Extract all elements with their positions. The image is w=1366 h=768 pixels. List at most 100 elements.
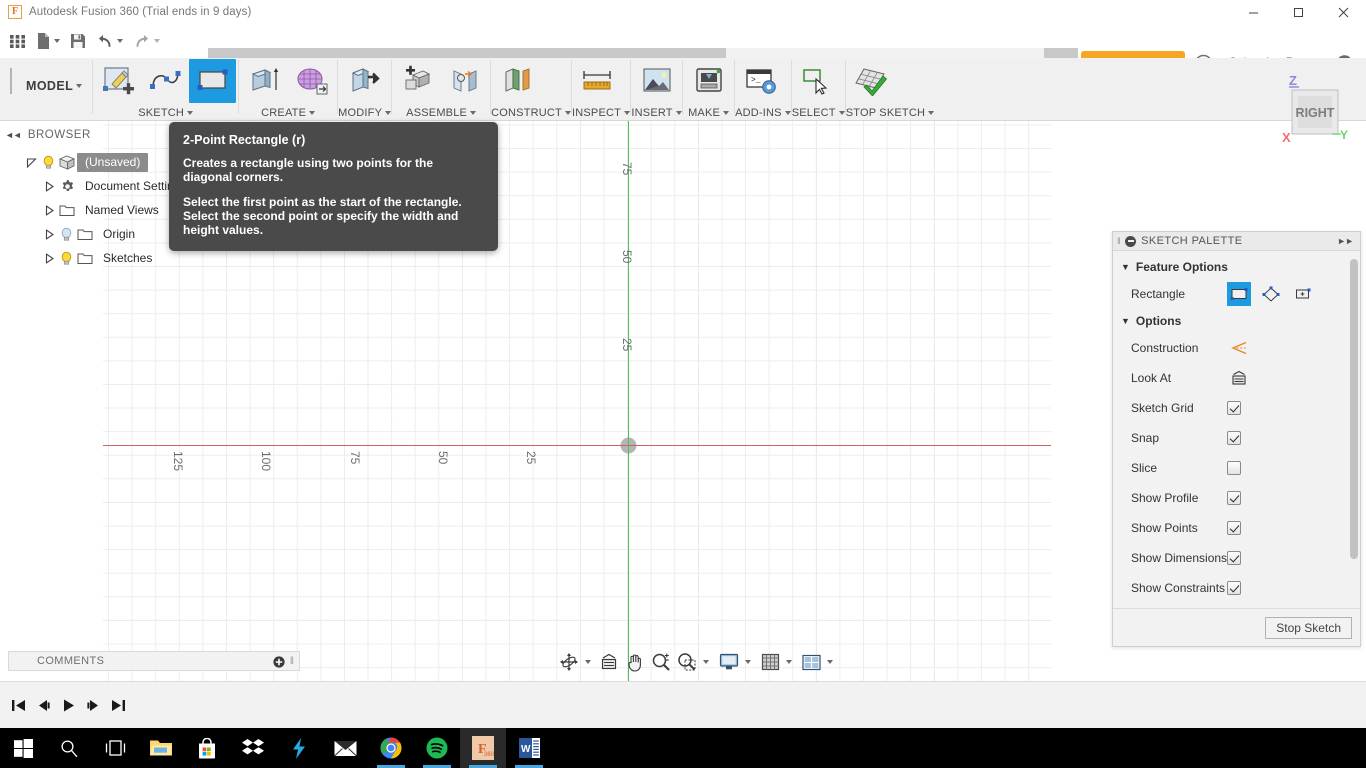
ribbon-grip[interactable] <box>10 68 12 94</box>
look-at-nav-button[interactable] <box>596 649 622 675</box>
snap-checkbox[interactable] <box>1227 431 1241 445</box>
spotify-icon[interactable] <box>414 728 460 768</box>
step-back-button[interactable] <box>31 691 56 719</box>
start-windows-icon[interactable] <box>0 728 46 768</box>
go-to-end-button[interactable] <box>106 691 131 719</box>
google-chrome-icon[interactable] <box>368 728 414 768</box>
flash-icon[interactable] <box>276 728 322 768</box>
finish-sketch-button[interactable] <box>848 59 895 103</box>
microsoft-store-icon[interactable] <box>184 728 230 768</box>
sketch-palette-header[interactable]: ‖ SKETCH PALETTE ►► <box>1113 232 1360 251</box>
collapse-left-icon[interactable]: ◄◄ <box>5 130 22 140</box>
ribbon-group-label-modify[interactable]: MODIFY <box>338 104 392 121</box>
construction-icon[interactable] <box>1227 336 1251 360</box>
insert-canvas-button[interactable] <box>633 59 680 103</box>
orbit-button[interactable] <box>556 649 582 675</box>
ribbon-group-label-make[interactable]: MAKE <box>683 104 734 121</box>
ribbon-group-label-construct[interactable]: CONSTRUCT <box>491 104 571 121</box>
3d-print-button[interactable] <box>685 59 732 103</box>
play-button[interactable] <box>56 691 81 719</box>
ribbon-group-label-select[interactable]: SELECT <box>792 104 845 121</box>
maximize-button[interactable] <box>1276 0 1321 24</box>
light-bulb-icon[interactable] <box>57 249 75 267</box>
add-comment-icon[interactable] <box>273 655 285 668</box>
mail-icon[interactable] <box>322 728 368 768</box>
grid-snaps-button[interactable] <box>758 649 783 675</box>
press-pull-button[interactable] <box>340 59 387 103</box>
zoom-window-button[interactable] <box>674 649 700 675</box>
palette-scrollbar-track[interactable] <box>1350 255 1359 626</box>
zoom-button[interactable] <box>648 649 674 675</box>
fusion360-icon[interactable]: F 360 <box>460 728 506 768</box>
two-point-rectangle-button[interactable] <box>189 59 237 103</box>
expand-arrow-icon[interactable] <box>23 154 39 170</box>
look-at-icon[interactable] <box>1227 366 1251 390</box>
select-tool-button[interactable] <box>794 59 841 103</box>
show-data-panel-button[interactable] <box>4 26 31 56</box>
expand-right-icon[interactable]: ►► <box>1337 236 1356 246</box>
microsoft-word-icon[interactable]: W <box>506 728 552 768</box>
minimize-palette-icon[interactable] <box>1125 235 1137 247</box>
minimize-button[interactable] <box>1231 0 1276 24</box>
collapsed-arrow-icon[interactable] <box>41 178 57 194</box>
task-view-icon[interactable] <box>92 728 138 768</box>
create-form-button[interactable] <box>288 59 335 103</box>
offset-plane-button[interactable] <box>493 59 540 103</box>
search-icon[interactable] <box>46 728 92 768</box>
workspace-switcher[interactable]: MODEL <box>16 67 92 105</box>
show-points-checkbox[interactable] <box>1227 521 1241 535</box>
light-bulb-icon[interactable] <box>57 225 75 243</box>
new-file-button[interactable] <box>31 26 65 56</box>
close-button[interactable] <box>1321 0 1366 24</box>
save-button[interactable] <box>65 26 91 56</box>
file-explorer-icon[interactable] <box>138 728 184 768</box>
collapsed-arrow-icon[interactable] <box>41 202 57 218</box>
chevron-down-icon[interactable] <box>786 660 792 664</box>
center-rectangle-icon[interactable] <box>1291 282 1315 306</box>
ribbon-group-label-insert[interactable]: INSERT <box>631 104 682 121</box>
ribbon-group-label-assemble[interactable]: ASSEMBLE <box>392 104 490 121</box>
stop-sketch-button[interactable]: Stop Sketch <box>1265 616 1352 639</box>
collapsed-arrow-icon[interactable] <box>41 250 57 266</box>
palette-grip-icon[interactable]: ‖ <box>1117 236 1121 246</box>
palette-section-feature-options[interactable]: ▼ Feature Options <box>1113 255 1360 279</box>
create-sketch-button[interactable] <box>95 59 142 103</box>
go-to-beginning-button[interactable] <box>6 691 31 719</box>
scripts-and-addins-button[interactable]: >_ <box>737 59 784 103</box>
slice-checkbox[interactable] <box>1227 461 1241 475</box>
sketch-origin-point[interactable] <box>620 437 637 454</box>
ribbon-group-label-sketch[interactable]: SKETCH <box>93 104 238 121</box>
three-point-rectangle-icon[interactable] <box>1259 282 1283 306</box>
two-point-rectangle-icon[interactable] <box>1227 282 1251 306</box>
show-dimensions-checkbox[interactable] <box>1227 551 1241 565</box>
spline-button[interactable] <box>142 59 189 103</box>
ribbon-group-label-inspect[interactable]: INSPECT <box>572 104 631 121</box>
show-constraints-checkbox[interactable] <box>1227 581 1241 595</box>
sketch-grid-checkbox[interactable] <box>1227 401 1241 415</box>
palette-section-options[interactable]: ▼ Options <box>1113 309 1360 333</box>
chevron-down-icon[interactable] <box>827 660 833 664</box>
ribbon-group-label-create[interactable]: CREATE <box>239 104 337 121</box>
light-bulb-icon[interactable] <box>39 153 57 171</box>
chevron-down-icon[interactable] <box>585 660 591 664</box>
show-profile-checkbox[interactable] <box>1227 491 1241 505</box>
undo-button[interactable] <box>91 26 128 56</box>
extrude-button[interactable] <box>241 59 288 103</box>
ribbon-group-label-addins[interactable]: ADD-INS <box>735 104 791 121</box>
step-forward-button[interactable] <box>81 691 106 719</box>
dropbox-icon[interactable] <box>230 728 276 768</box>
pan-button[interactable] <box>622 649 648 675</box>
comments-resize-grip[interactable]: ‖ <box>290 656 294 667</box>
viewports-button[interactable] <box>799 649 824 675</box>
new-component-button[interactable] <box>394 59 441 103</box>
collapsed-arrow-icon[interactable] <box>41 226 57 242</box>
display-settings-button[interactable] <box>716 649 742 675</box>
comments-bar[interactable]: COMMENTS ‖ <box>8 651 300 671</box>
chevron-down-icon[interactable] <box>703 660 709 664</box>
chevron-down-icon[interactable] <box>745 660 751 664</box>
palette-scrollbar-thumb[interactable] <box>1350 259 1358 559</box>
view-cube[interactable]: Z RIGHT Y X <box>1275 70 1355 150</box>
redo-button[interactable] <box>128 26 165 56</box>
measure-button[interactable] <box>574 59 621 103</box>
ribbon-group-label-stop-sketch[interactable]: STOP SKETCH <box>846 104 935 121</box>
